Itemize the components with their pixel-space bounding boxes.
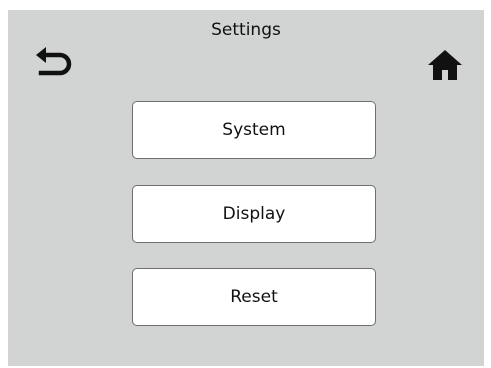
back-arrow-icon: [36, 47, 72, 76]
system-button[interactable]: System: [132, 101, 376, 159]
system-button-label: System: [222, 120, 286, 140]
display-button[interactable]: Display: [132, 185, 376, 243]
reset-button[interactable]: Reset: [132, 268, 376, 326]
page-title: Settings: [211, 20, 281, 40]
back-button[interactable]: [27, 40, 81, 86]
display-button-label: Display: [222, 204, 286, 224]
reset-button-label: Reset: [230, 287, 278, 307]
settings-screen: Settings System Display Reset: [8, 10, 484, 366]
home-button[interactable]: [418, 42, 472, 88]
home-icon: [428, 50, 462, 80]
